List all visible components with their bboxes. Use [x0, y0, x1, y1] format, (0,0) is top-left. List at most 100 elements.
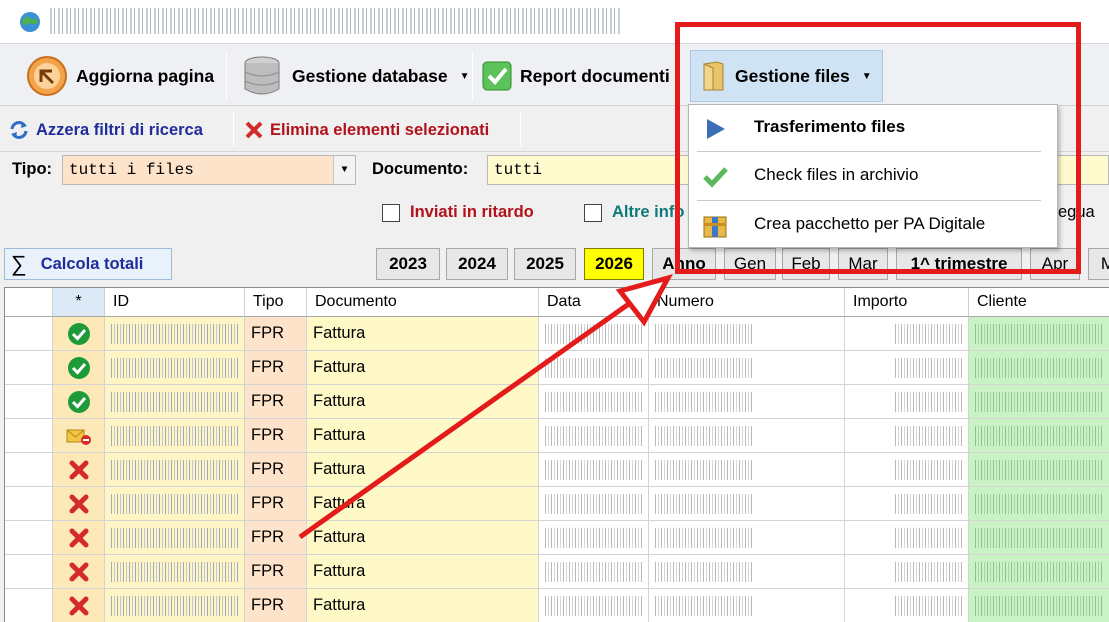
table-row[interactable]: FPR Fattura	[5, 317, 1109, 351]
id-cell	[105, 521, 245, 555]
row-selector[interactable]	[5, 351, 53, 385]
cliente-cell	[969, 555, 1109, 589]
year-button-2026[interactable]: 2026	[584, 248, 644, 280]
redacted-value	[111, 562, 238, 582]
data-cell	[539, 589, 649, 622]
chevron-down-icon[interactable]: ▼	[333, 156, 355, 184]
redacted-value	[895, 494, 962, 514]
status-ok-icon	[67, 322, 90, 345]
table-row[interactable]: FPR Fattura	[5, 555, 1109, 589]
redacted-value	[111, 324, 238, 344]
id-cell	[105, 351, 245, 385]
header-data[interactable]: Data	[539, 288, 649, 317]
importo-cell	[845, 589, 969, 622]
data-cell	[539, 521, 649, 555]
row-selector[interactable]	[5, 317, 53, 351]
redacted-value	[111, 596, 238, 616]
numero-cell	[649, 589, 845, 622]
other-info-checkbox[interactable]: Altre info	[584, 203, 684, 222]
table-row[interactable]: FPR Fattura	[5, 419, 1109, 453]
toolbar-divider	[233, 112, 234, 146]
id-cell	[105, 419, 245, 453]
data-cell	[539, 555, 649, 589]
checkbox-box[interactable]	[584, 203, 602, 222]
header-numero[interactable]: Numero	[649, 288, 845, 317]
year-button-2023[interactable]: 2023	[376, 248, 440, 280]
redacted-value	[895, 392, 962, 412]
reset-filters-label: Azzera filtri di ricerca	[36, 120, 203, 139]
tipo-cell: FPR	[245, 487, 307, 521]
late-sent-checkbox[interactable]: Inviati in ritardo	[382, 203, 534, 222]
header-importo[interactable]: Importo	[845, 288, 969, 317]
row-selector[interactable]	[5, 521, 53, 555]
sigma-icon: ∑	[11, 251, 27, 276]
header-cliente[interactable]: Cliente	[969, 288, 1109, 317]
redacted-value	[111, 460, 238, 480]
refresh-page-label: Aggiorna pagina	[76, 65, 215, 86]
reset-filters-button[interactable]: Azzera filtri di ricerca	[8, 116, 203, 144]
row-selector[interactable]	[5, 555, 53, 589]
redacted-value	[975, 324, 1103, 344]
header-status[interactable]: *	[53, 288, 105, 317]
header-id[interactable]: ID	[105, 288, 245, 317]
year-button-2025[interactable]: 2025	[514, 248, 576, 280]
tipo-cell: FPR	[245, 589, 307, 622]
status-error-icon	[69, 460, 88, 479]
chevron-down-icon: ▼	[459, 70, 470, 82]
tipo-select[interactable]: tutti i files ▼	[62, 155, 356, 185]
id-cell	[105, 385, 245, 419]
importo-cell	[845, 521, 969, 555]
documento-label: Documento:	[372, 160, 469, 178]
row-selector[interactable]	[5, 589, 53, 622]
year-button-2024[interactable]: 2024	[446, 248, 508, 280]
toolbar-divider	[520, 112, 521, 146]
redacted-value	[655, 562, 754, 582]
table-row[interactable]: FPR Fattura	[5, 385, 1109, 419]
checkbox-box[interactable]	[382, 203, 400, 222]
importo-cell	[845, 317, 969, 351]
cliente-cell	[969, 453, 1109, 487]
delete-selected-button[interactable]: Elimina elementi selezionati	[244, 116, 489, 144]
month-button-may[interactable]: M	[1088, 248, 1109, 280]
status-cell	[53, 555, 105, 589]
redacted-value	[655, 460, 754, 480]
table-row[interactable]: FPR Fattura	[5, 487, 1109, 521]
id-cell	[105, 555, 245, 589]
database-menu-button[interactable]: Gestione database ▼	[234, 50, 476, 102]
documento-cell: Fattura	[307, 521, 539, 555]
status-cell	[53, 589, 105, 622]
row-selector[interactable]	[5, 453, 53, 487]
table-row[interactable]: FPR Fattura	[5, 589, 1109, 622]
status-cell	[53, 487, 105, 521]
redacted-value	[655, 528, 754, 548]
mail-pending-icon	[66, 429, 91, 445]
redacted-value	[895, 562, 962, 582]
importo-cell	[845, 385, 969, 419]
row-selector[interactable]	[5, 385, 53, 419]
row-selector[interactable]	[5, 487, 53, 521]
redacted-value	[545, 358, 642, 378]
numero-cell	[649, 351, 845, 385]
toolbar-divider	[226, 52, 227, 100]
redacted-value	[895, 358, 962, 378]
table-row[interactable]: FPR Fattura	[5, 453, 1109, 487]
table-row[interactable]: FPR Fattura	[5, 521, 1109, 555]
calculate-totals-button[interactable]: ∑ Calcola totali	[4, 248, 172, 280]
status-cell	[53, 351, 105, 385]
id-cell	[105, 453, 245, 487]
redacted-value	[975, 426, 1103, 446]
cliente-cell	[969, 385, 1109, 419]
data-cell	[539, 317, 649, 351]
header-tipo[interactable]: Tipo	[245, 288, 307, 317]
documento-cell: Fattura	[307, 419, 539, 453]
report-documents-button[interactable]: Report documenti	[476, 50, 676, 102]
header-documento[interactable]: Documento	[307, 288, 539, 317]
cliente-cell	[969, 521, 1109, 555]
redacted-value	[975, 528, 1103, 548]
tipo-cell: FPR	[245, 521, 307, 555]
status-cell	[53, 453, 105, 487]
table-row[interactable]: FPR Fattura	[5, 351, 1109, 385]
refresh-page-button[interactable]: Aggiorna pagina	[20, 50, 220, 102]
redacted-value	[895, 426, 962, 446]
row-selector[interactable]	[5, 419, 53, 453]
